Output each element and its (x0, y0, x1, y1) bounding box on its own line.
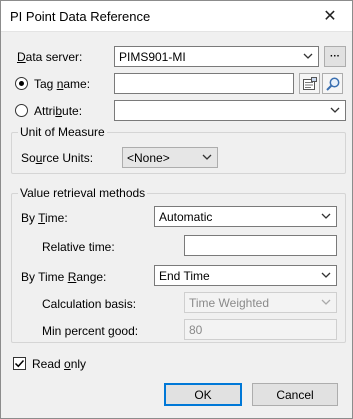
min-percent-good-input: 80 (184, 319, 337, 340)
by-time-value: Automatic (159, 209, 213, 224)
tag-browse-icon (302, 76, 317, 90)
title-bar: PI Point Data Reference ✕ (1, 1, 352, 32)
attribute-label: Attribute: (34, 104, 83, 118)
close-icon: ✕ (323, 8, 337, 25)
calculation-basis-value: Time Weighted (189, 295, 270, 310)
window-title: PI Point Data Reference (10, 9, 151, 24)
checkmark-icon (14, 359, 25, 368)
data-server-more-button[interactable]: ··· (324, 46, 346, 67)
source-units-dropdown[interactable]: <None> (122, 147, 218, 168)
tag-name-radio[interactable] (15, 77, 28, 90)
chevron-down-icon (303, 53, 313, 59)
data-server-dropdown[interactable]: PIMS901-MI (114, 46, 319, 67)
unit-of-measure-title: Unit of Measure (18, 125, 107, 139)
min-percent-good-label: Min percent good: (42, 324, 139, 338)
by-time-range-dropdown[interactable]: End Time (154, 265, 337, 286)
data-server-value: PIMS901-MI (119, 49, 186, 64)
ok-button[interactable]: OK (164, 383, 242, 406)
chevron-down-icon (321, 299, 331, 305)
by-time-range-label: By Time Range: (21, 270, 107, 284)
source-units-label: Source Units: (21, 151, 94, 165)
pi-point-data-reference-dialog: PI Point Data Reference ✕ Data server: P… (0, 0, 353, 419)
tag-name-label: Tag name: (34, 77, 91, 91)
chevron-down-icon (321, 213, 331, 219)
chevron-down-icon (321, 272, 331, 278)
attribute-radio[interactable] (15, 104, 28, 117)
attribute-dropdown[interactable] (114, 100, 346, 121)
ellipsis-icon: ··· (330, 51, 340, 62)
search-icon (325, 77, 339, 91)
by-time-dropdown[interactable]: Automatic (154, 206, 337, 227)
read-only-checkbox[interactable] (13, 357, 26, 370)
relative-time-input[interactable] (184, 235, 337, 256)
calculation-basis-label: Calculation basis: (42, 297, 137, 311)
tag-search-button[interactable] (322, 73, 343, 94)
value-retrieval-title: Value retrieval methods (18, 186, 148, 200)
chevron-down-icon (330, 107, 340, 113)
close-button[interactable]: ✕ (308, 1, 352, 31)
cancel-button[interactable]: Cancel (252, 383, 338, 406)
by-time-range-value: End Time (159, 268, 210, 283)
read-only-label: Read only (32, 357, 87, 371)
by-time-label: By Time: (21, 211, 68, 225)
source-units-value: <None> (127, 150, 170, 165)
chevron-down-icon (202, 154, 212, 160)
relative-time-label: Relative time: (42, 240, 115, 254)
calculation-basis-dropdown: Time Weighted (184, 292, 337, 313)
data-server-label: Data server: (17, 50, 83, 64)
tag-name-input[interactable] (114, 73, 294, 94)
tag-browse-button[interactable] (299, 73, 320, 94)
